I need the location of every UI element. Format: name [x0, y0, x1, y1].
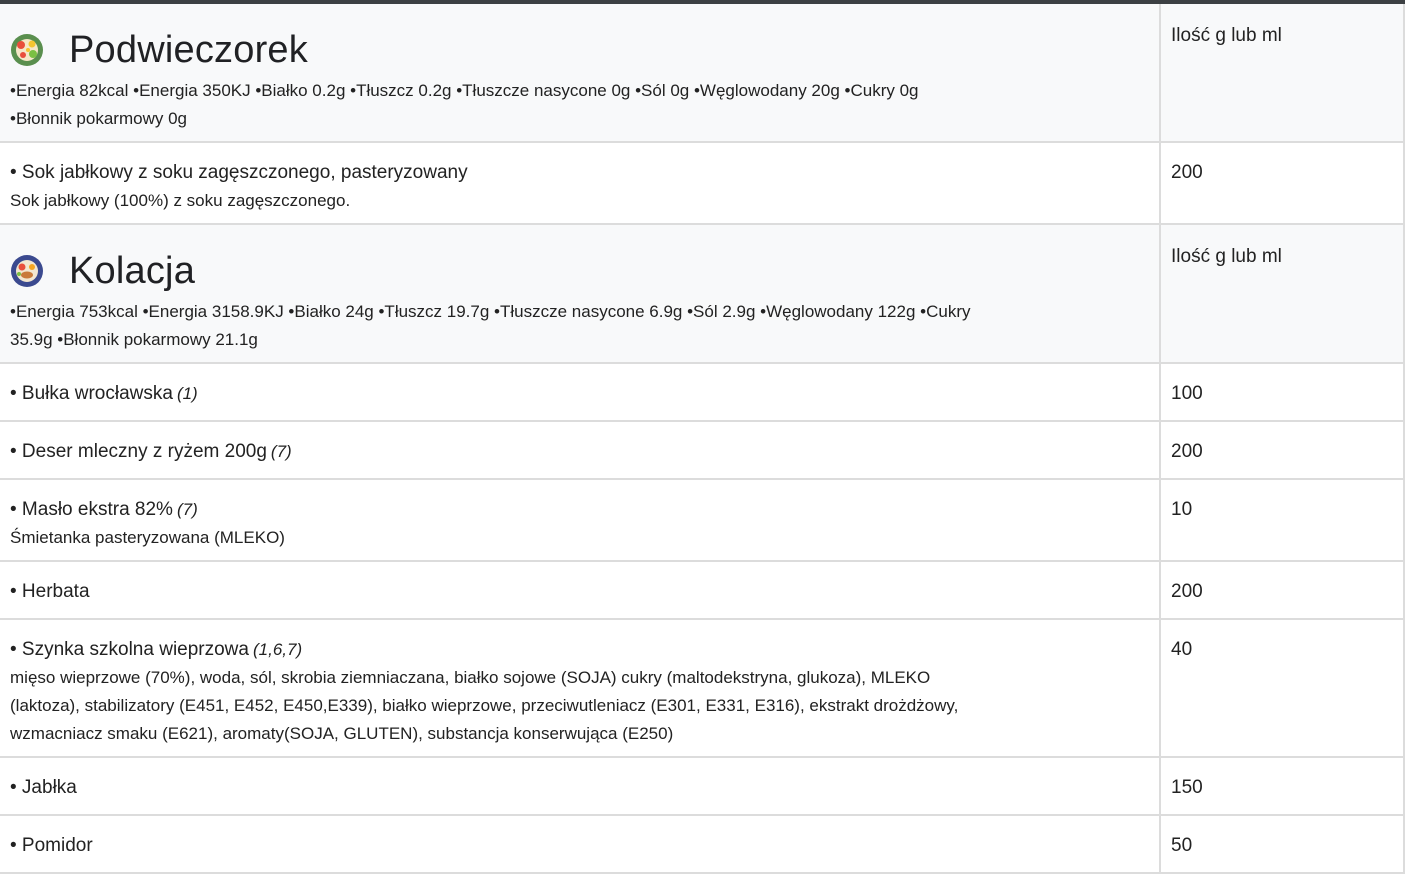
menu-item-row: • Deser mleczny z ryżem 200g (7) 200: [0, 422, 1403, 480]
menu-item-name: • Herbata: [10, 578, 1149, 606]
menu-item-cell: • Jabłka: [0, 758, 1161, 814]
menu-item-name-text: • Masło ekstra 82%: [10, 499, 173, 520]
menu-item-name-text: • Pomidor: [10, 835, 93, 856]
allergen-codes: (7): [270, 442, 292, 461]
nutrition-line: •Energia 82kcal •Energia 350KJ •Białko 0…: [10, 81, 919, 100]
menu-item-description: Sok jabłkowy (100%) z soku zagęszczonego…: [10, 187, 1149, 215]
nutrition-summary: •Energia 82kcal •Energia 350KJ •Białko 0…: [10, 77, 1149, 133]
allergen-codes: (1,6,7): [252, 640, 303, 659]
section-header-row: Podwieczorek •Energia 82kcal •Energia 350…: [0, 4, 1403, 143]
menu-item-name-text: • Bułka wrocławska: [10, 383, 173, 404]
menu-item-quantity: 40: [1171, 639, 1193, 660]
menu-item-cell: • Sok jabłkowy z soku zagęszczonego, pas…: [0, 143, 1161, 223]
menu-item-row: • Sok jabłkowy z soku zagęszczonego, pas…: [0, 143, 1403, 225]
menu-item-cell: • Herbata: [0, 562, 1161, 618]
nutrition-line: •Błonnik pokarmowy 0g: [10, 109, 187, 128]
description-line: mięso wieprzowe (70%), woda, sól, skrobi…: [10, 668, 931, 687]
section-header-cell: Kolacja •Energia 753kcal •Energia 3158.9K…: [0, 225, 1161, 362]
menu-item-name: • Sok jabłkowy z soku zagęszczonego, pas…: [10, 159, 1149, 187]
menu-item-name: • Jabłka: [10, 774, 1149, 802]
menu-item-name-text: • Szynka szkolna wieprzowa: [10, 639, 249, 660]
description-line: wzmacniacz smaku (E621), aromaty(SOJA, G…: [10, 724, 674, 743]
qty-column-header: Ilość g lub ml: [1171, 25, 1282, 46]
menu-item-row: • Masło ekstra 82% (7) Śmietanka pasteryzo…: [0, 480, 1403, 562]
menu-item-name-text: • Sok jabłkowy z soku zagęszczonego, pas…: [10, 162, 468, 183]
nutrition-summary: •Energia 753kcal •Energia 3158.9KJ •Biał…: [10, 298, 1149, 354]
section-title-text: Podwieczorek: [69, 28, 308, 71]
section-title: Kolacja: [10, 249, 1149, 292]
description-line: Śmietanka pasteryzowana (MLEKO): [10, 528, 285, 547]
menu-item-row: • Jabłka 150: [0, 758, 1403, 816]
menu-item-name: • Szynka szkolna wieprzowa (1,6,7): [10, 636, 1149, 664]
menu-item-name: • Deser mleczny z ryżem 200g (7): [10, 438, 1149, 466]
menu-item-name: • Bułka wrocławska (1): [10, 380, 1149, 408]
menu-item-name: • Masło ekstra 82% (7): [10, 496, 1149, 524]
menu-item-quantity: 10: [1171, 499, 1193, 520]
menu-item-name-text: • Herbata: [10, 581, 90, 602]
dinner-plate-icon: [10, 254, 44, 288]
qty-column-header: Ilość g lub ml: [1171, 246, 1282, 267]
menu-item-cell: • Pomidor: [0, 816, 1161, 872]
nutrition-line: •Energia 753kcal •Energia 3158.9KJ •Biał…: [10, 302, 971, 321]
section-header-row: Kolacja •Energia 753kcal •Energia 3158.9K…: [0, 225, 1403, 364]
menu-item-description: Śmietanka pasteryzowana (MLEKO): [10, 524, 1149, 552]
nutrition-line: 35.9g •Błonnik pokarmowy 21.1g: [10, 330, 258, 349]
menu-item-quantity: 50: [1171, 835, 1193, 856]
snack-plate-icon: [10, 33, 44, 67]
menu-item-description: mięso wieprzowe (70%), woda, sól, skrobi…: [10, 664, 1149, 748]
description-line: Sok jabłkowy (100%) z soku zagęszczonego…: [10, 191, 351, 210]
allergen-codes: (7): [176, 500, 198, 519]
menu-page: Podwieczorek •Energia 82kcal •Energia 350…: [0, 0, 1405, 888]
menu-item-row: • Herbata 200: [0, 562, 1403, 620]
menu-item-name-text: • Deser mleczny z ryżem 200g: [10, 441, 267, 462]
description-line: (laktoza), stabilizatory (E451, E452, E4…: [10, 696, 959, 715]
menu-item-cell: • Bułka wrocławska (1): [0, 364, 1161, 420]
menu-item-name-text: • Jabłka: [10, 777, 77, 798]
menu-item-cell: • Deser mleczny z ryżem 200g (7): [0, 422, 1161, 478]
menu-item-quantity: 200: [1171, 441, 1203, 462]
section-title-text: Kolacja: [69, 249, 196, 292]
allergen-codes: (1): [176, 384, 198, 403]
section-title: Podwieczorek: [10, 28, 1149, 71]
section-header-cell: Podwieczorek •Energia 82kcal •Energia 350…: [0, 4, 1161, 141]
menu-table: Podwieczorek •Energia 82kcal •Energia 350…: [0, 4, 1405, 874]
menu-item-row: • Pomidor 50: [0, 816, 1403, 874]
menu-item-name: • Pomidor: [10, 832, 1149, 860]
menu-item-row: • Szynka szkolna wieprzowa (1,6,7) mięso w…: [0, 620, 1403, 758]
menu-item-row: • Bułka wrocławska (1) 100: [0, 364, 1403, 422]
menu-item-quantity: 100: [1171, 383, 1203, 404]
menu-item-quantity: 200: [1171, 581, 1203, 602]
menu-item-cell: • Masło ekstra 82% (7) Śmietanka pasteryzo…: [0, 480, 1161, 560]
menu-item-quantity: 200: [1171, 162, 1203, 183]
menu-item-cell: • Szynka szkolna wieprzowa (1,6,7) mięso w…: [0, 620, 1161, 756]
menu-item-quantity: 150: [1171, 777, 1203, 798]
